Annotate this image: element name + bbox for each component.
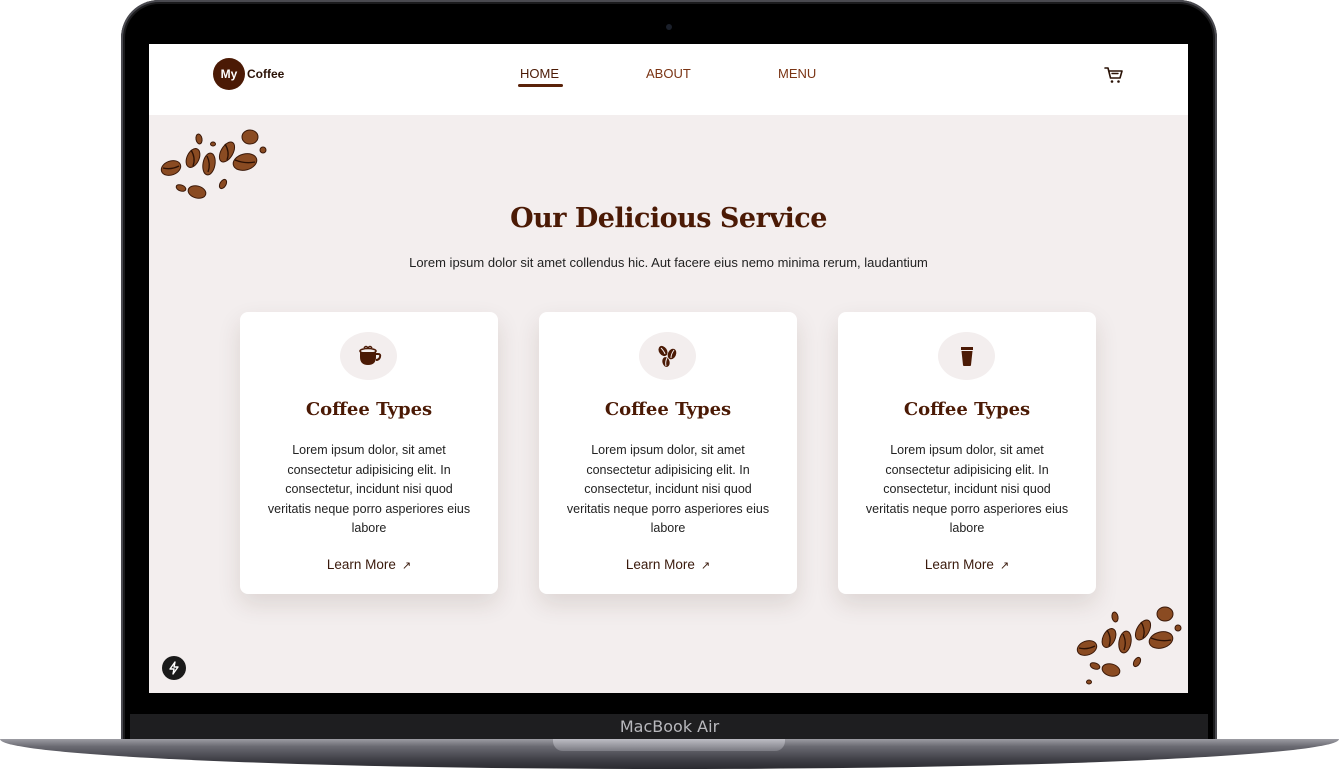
nav-link-about[interactable]: ABOUT bbox=[646, 66, 691, 81]
service-card: Coffee Types Lorem ipsum dolor, sit amet… bbox=[838, 312, 1096, 594]
coffee-beans-decoration bbox=[1071, 602, 1186, 693]
logo-badge: My bbox=[213, 58, 245, 90]
arrow-up-right-icon: ↗ bbox=[700, 560, 711, 572]
nav-link-home[interactable]: HOME bbox=[520, 66, 559, 81]
card-description: Lorem ipsum dolor, sit amet consectetur … bbox=[566, 443, 770, 535]
card-title: Coffee Types bbox=[903, 399, 1031, 420]
learn-more-link[interactable]: Learn More ↗ bbox=[539, 557, 797, 572]
learn-more-label: Learn More bbox=[625, 557, 695, 572]
website-screen: My Coffee HOME ABOUT MENU Our Delicious … bbox=[149, 44, 1188, 693]
card-description: Lorem ipsum dolor, sit amet consectetur … bbox=[267, 443, 471, 535]
lightning-icon[interactable] bbox=[162, 656, 186, 680]
logo[interactable]: My Coffee bbox=[213, 58, 284, 90]
nav-active-underline bbox=[518, 84, 563, 87]
nav-link-menu[interactable]: MENU bbox=[778, 66, 816, 81]
takeaway-cup-icon bbox=[938, 332, 995, 380]
arrow-up-right-icon: ↗ bbox=[401, 560, 412, 572]
learn-more-label: Learn More bbox=[326, 557, 396, 572]
learn-more-link[interactable]: Learn More ↗ bbox=[838, 557, 1096, 572]
coffee-beans-icon bbox=[639, 332, 696, 380]
card-description: Lorem ipsum dolor, sit amet consectetur … bbox=[865, 443, 1069, 535]
section-subtitle: Lorem ipsum dolor sit amet collendus hic… bbox=[409, 255, 928, 270]
section-title: Our Delicious Service bbox=[510, 203, 827, 234]
learn-more-label: Learn More bbox=[924, 557, 994, 572]
navbar: My Coffee HOME ABOUT MENU bbox=[149, 44, 1188, 115]
camera-icon bbox=[666, 24, 672, 30]
card-title: Coffee Types bbox=[305, 399, 433, 420]
logo-text: Coffee bbox=[247, 67, 285, 81]
coffee-cup-icon bbox=[340, 332, 397, 380]
arrow-up-right-icon: ↗ bbox=[999, 560, 1010, 572]
card-title: Coffee Types bbox=[604, 399, 732, 420]
service-card: Coffee Types Lorem ipsum dolor, sit amet… bbox=[240, 312, 498, 594]
service-card: Coffee Types Lorem ipsum dolor, sit amet… bbox=[539, 312, 797, 594]
learn-more-link[interactable]: Learn More ↗ bbox=[240, 557, 498, 572]
device-label: MacBook Air bbox=[619, 717, 720, 736]
shopping-cart-icon[interactable] bbox=[1103, 64, 1125, 86]
laptop-notch bbox=[553, 739, 785, 751]
